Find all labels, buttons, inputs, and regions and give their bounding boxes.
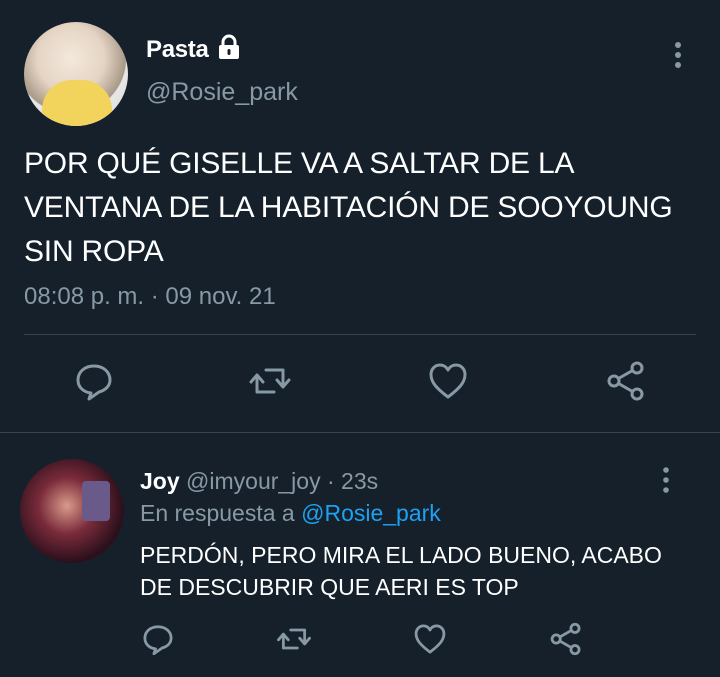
like-icon[interactable] [412, 621, 448, 657]
retweet-icon[interactable] [276, 621, 312, 657]
like-icon[interactable] [426, 359, 470, 403]
main-tweet: Pasta @Rosie_park POR QUÉ GISELLE VA A S… [0, 0, 720, 432]
in-reply-handle-link[interactable]: @Rosie_park [301, 500, 441, 526]
reply-actions [0, 619, 720, 659]
reply-header: Joy @imyour_joy · 23s [140, 468, 378, 495]
tweet-time: 08:08 p. m. [24, 283, 145, 310]
reply-time[interactable]: 23s [341, 468, 378, 494]
author-handle[interactable]: @Rosie_park [146, 78, 298, 107]
author-avatar[interactable] [24, 22, 128, 126]
tweet-text: POR QUÉ GISELLE VA A SALTAR DE LA VENTAN… [24, 147, 673, 268]
reply-tweet[interactable]: Joy @imyour_joy · 23s En respuesta a @Ro… [0, 433, 720, 677]
more-vertical-icon[interactable] [654, 466, 678, 494]
tweet-date[interactable]: 09 nov. 21 [165, 283, 275, 310]
tweet-timestamp: 08:08 p. m. · 09 nov. 21 [24, 283, 276, 311]
reply-icon[interactable] [72, 359, 116, 403]
in-reply-prefix: En respuesta a [140, 500, 302, 526]
reply-separator: · [320, 468, 342, 494]
retweet-icon[interactable] [248, 359, 292, 403]
share-icon[interactable] [548, 621, 584, 657]
author-name[interactable]: Pasta [146, 36, 209, 64]
reply-icon[interactable] [140, 621, 176, 657]
more-vertical-icon[interactable] [666, 40, 690, 70]
reply-author-avatar[interactable] [20, 459, 124, 563]
reply-author-handle[interactable]: @imyour_joy [186, 468, 321, 494]
meta-separator: · [144, 283, 166, 310]
reply-author-name[interactable]: Joy [140, 468, 180, 494]
tweet-actions [0, 355, 720, 411]
share-icon[interactable] [604, 359, 648, 403]
in-reply-to: En respuesta a @Rosie_park [140, 500, 441, 527]
reply-text: PERDÓN, PERO MIRA EL LADO BUENO, ACABO D… [140, 542, 662, 600]
lock-icon [215, 33, 243, 61]
divider [24, 334, 696, 335]
